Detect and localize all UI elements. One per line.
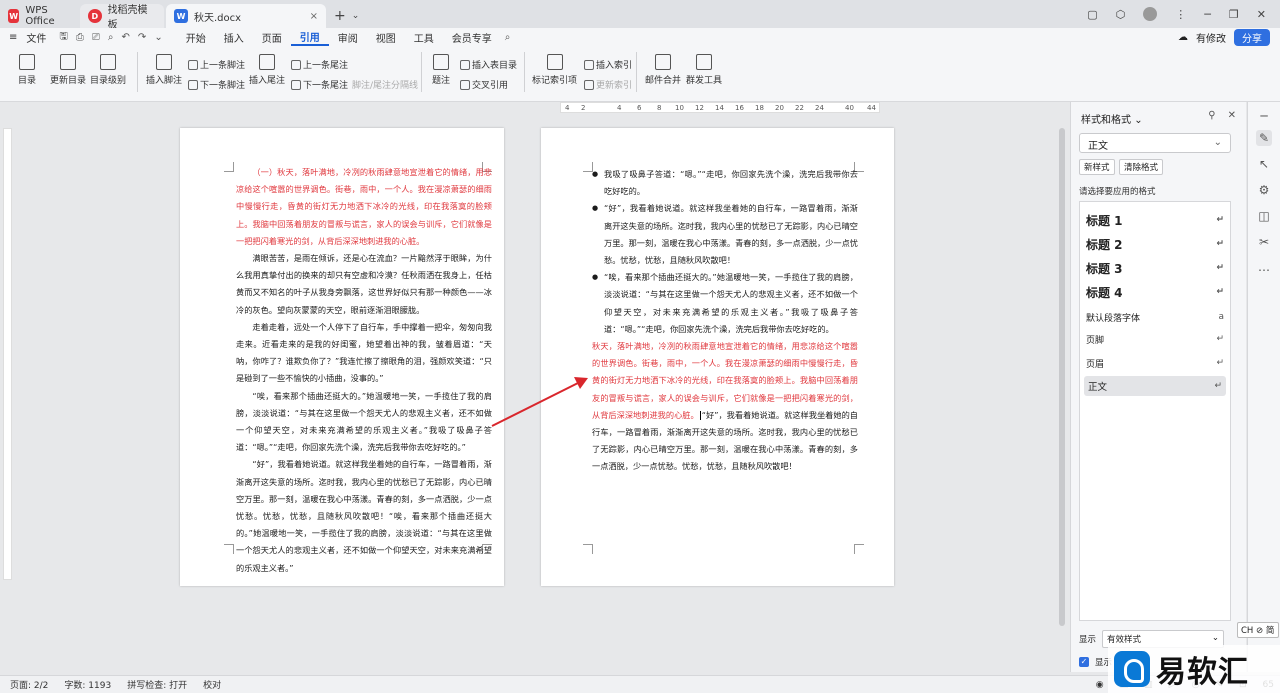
return-icon: ↵ (1216, 215, 1224, 225)
return-icon: ↵ (1216, 334, 1224, 344)
style-name: 标题 4 (1086, 285, 1123, 300)
watermark: 易软汇 (1108, 645, 1280, 693)
chevron-down-icon: ⌄ (1213, 137, 1222, 148)
style-name: 页眉 (1086, 359, 1105, 370)
pin-icon[interactable]: ⚲ (1208, 110, 1215, 121)
style-name: 标题 1 (1086, 213, 1123, 228)
style-item-heading3[interactable]: 标题 3 ↵ (1086, 258, 1224, 278)
style-list[interactable]: 标题 1 ↵ 标题 2 ↵ 标题 3 ↵ 标题 4 ↵ 默认段落字体 a 页脚 ↵ 页眉 ↵ … (1079, 201, 1231, 621)
show-value: 有效样式 (1107, 635, 1142, 645)
return-icon: ↵ (1214, 381, 1222, 391)
return-icon: ↵ (1216, 263, 1224, 273)
panel-header-icons: ⚲ ✕ (1208, 110, 1236, 121)
style-item-normal[interactable]: 正文 ↵ (1084, 376, 1226, 396)
shape-icon[interactable]: ◫ (1256, 208, 1272, 224)
select-pointer-icon[interactable]: ↖ (1256, 156, 1272, 172)
style-item-heading2[interactable]: 标题 2 ↵ (1086, 234, 1224, 254)
more-icon[interactable]: ⋯ (1256, 262, 1272, 278)
vertical-scrollbar[interactable] (1059, 128, 1065, 626)
current-style-value: 正文 (1088, 141, 1108, 152)
style-name: 默认段落字体 (1086, 313, 1141, 324)
collapse-icon[interactable]: ─ (1256, 108, 1272, 124)
watermark-text: 易软汇 (1156, 655, 1249, 690)
style-name: 标题 3 (1086, 261, 1123, 276)
style-name: 页脚 (1086, 335, 1105, 346)
status-bar: 页面: 2/2 字数: 1193 拼写检查: 打开 校对 ◉ ▤ ▥ ▷ ◎ ✎… (0, 675, 1280, 693)
return-icon: ↵ (1216, 239, 1224, 249)
new-style-button[interactable]: 新样式 (1079, 159, 1115, 175)
right-tool-sidebar: ─ ✎ ↖ ⚙ ◫ ✂ ⋯ (1247, 102, 1280, 672)
style-name: 标题 2 (1086, 237, 1123, 252)
tools-icon[interactable]: ✂ (1256, 234, 1272, 250)
style-item-heading4[interactable]: 标题 4 ↵ (1086, 282, 1224, 302)
show-preview-checkbox[interactable]: ✓ (1079, 657, 1089, 667)
style-name: 正文 (1088, 382, 1108, 393)
chevron-down-icon: ⌄ (1211, 633, 1220, 643)
page-count[interactable]: 页面: 2/2 (10, 678, 48, 691)
char-style-icon: a (1218, 312, 1224, 322)
return-icon: ↵ (1216, 287, 1224, 297)
current-style-select[interactable]: 正文 ⌄ (1079, 133, 1231, 153)
show-label: 显示 (1079, 635, 1097, 645)
panel-title-text: 样式和格式 (1081, 115, 1131, 126)
style-item-header[interactable]: 页眉 ↵ (1086, 354, 1224, 372)
proofread[interactable]: 校对 (203, 678, 221, 691)
word-count[interactable]: 字数: 1193 (64, 678, 111, 691)
panel-title: 样式和格式 ⌄ (1081, 111, 1143, 126)
choose-style-label: 请选择要应用的格式 (1079, 187, 1156, 197)
chevron-down-icon[interactable]: ⌄ (1134, 115, 1142, 126)
styles-panel: 样式和格式 ⌄ ⚲ ✕ 正文 ⌄ 新样式 清除格式 请选择要应用的格式 标题 1 ↵ … (1070, 102, 1246, 672)
ime-indicator[interactable]: CH ⊘ 简 (1237, 622, 1279, 638)
return-icon: ↵ (1216, 358, 1224, 368)
style-item-default-font[interactable]: 默认段落字体 a (1086, 308, 1224, 326)
edit-style-icon[interactable]: ✎ (1256, 130, 1272, 146)
arrow-shaft (491, 382, 579, 427)
style-item-footer[interactable]: 页脚 ↵ (1086, 330, 1224, 348)
clear-format-button[interactable]: 清除格式 (1119, 159, 1164, 175)
adjust-icon[interactable]: ⚙ (1256, 182, 1272, 198)
style-item-heading1[interactable]: 标题 1 ↵ (1086, 210, 1224, 230)
eye-icon[interactable]: ◉ (1096, 680, 1104, 690)
watermark-logo-icon (1114, 651, 1150, 687)
spell-check[interactable]: 拼写检查: 打开 (127, 678, 187, 691)
close-icon[interactable]: ✕ (1228, 110, 1236, 121)
